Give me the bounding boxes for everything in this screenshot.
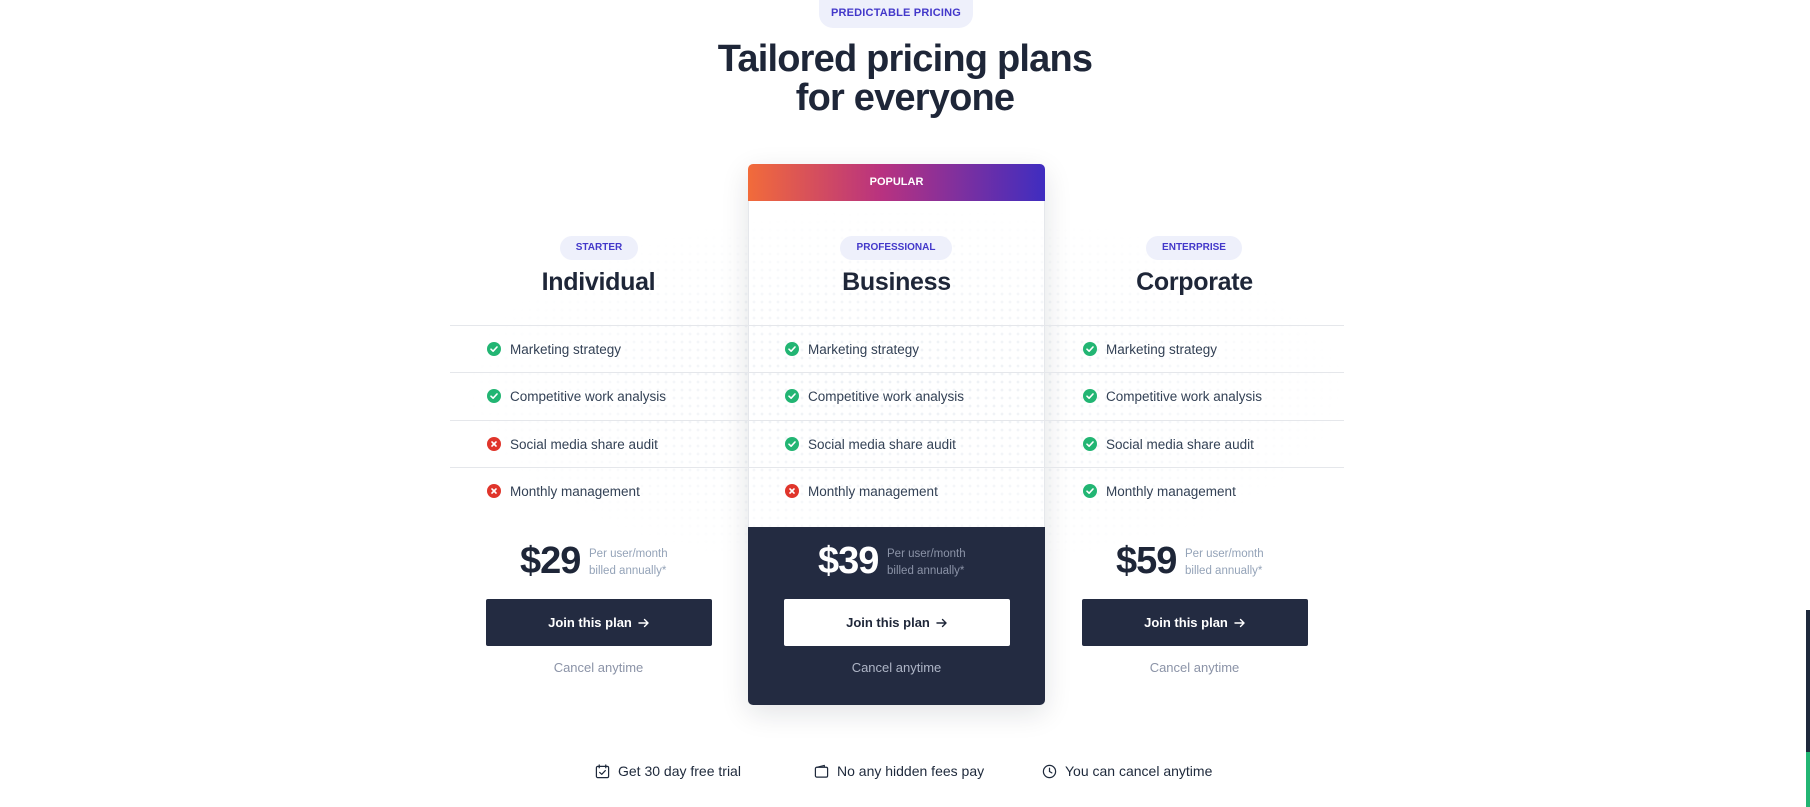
clock-icon xyxy=(1042,764,1057,778)
perk-label: No any hidden fees pay xyxy=(837,763,985,779)
check-circle-icon xyxy=(785,342,799,356)
plan-price: $59 xyxy=(1116,540,1177,582)
plan-tier-badge: ENTERPRISE xyxy=(1146,236,1242,260)
join-plan-label: Join this plan xyxy=(548,615,632,630)
price-note: Per user/month billed annually* xyxy=(589,546,668,580)
x-circle-icon xyxy=(487,484,501,498)
plan-column-corporate: ENTERPRISE Corporate Marketing strategy … xyxy=(1046,0,1343,807)
feature-label: Competitive work analysis xyxy=(808,388,965,404)
feature-label: Social media share audit xyxy=(808,436,956,452)
join-plan-label: Join this plan xyxy=(1144,615,1228,630)
plan-price: $39 xyxy=(818,540,879,582)
price-note-line-2: billed annually* xyxy=(589,565,667,577)
price-note-line-2: billed annually* xyxy=(1185,565,1263,577)
feature-label: Marketing strategy xyxy=(510,341,622,357)
page-scrollbar-thumb[interactable] xyxy=(1806,752,1810,807)
plan-name: Corporate xyxy=(1136,268,1253,296)
join-plan-label: Join this plan xyxy=(846,615,930,630)
feature-label: Monthly management xyxy=(1106,483,1236,499)
arrow-right-icon xyxy=(936,618,947,627)
feature-item: Marketing strategy xyxy=(487,339,621,359)
join-plan-button[interactable]: Join this plan xyxy=(784,599,1010,646)
x-circle-icon xyxy=(487,437,501,451)
feature-item: Marketing strategy xyxy=(1083,339,1217,359)
feature-item: Social media share audit xyxy=(487,434,658,454)
cancel-anytime-note: Cancel anytime xyxy=(851,660,942,675)
plan-tier-badge: PROFESSIONAL xyxy=(840,236,952,260)
feature-label: Monthly management xyxy=(510,483,640,499)
feature-item: Monthly management xyxy=(487,481,640,501)
plan-name: Business xyxy=(842,268,951,296)
plan-column-business: PROFESSIONAL Business Marketing strategy… xyxy=(748,0,1045,807)
price-note-line-1: Per user/month xyxy=(1185,548,1264,560)
perk-cancel-anytime: You can cancel anytime xyxy=(1042,763,1212,779)
price-note: Per user/month billed annually* xyxy=(887,546,966,580)
check-circle-icon xyxy=(487,342,501,356)
feature-label: Competitive work analysis xyxy=(510,388,667,404)
wallet-icon xyxy=(814,764,829,778)
price-note-line-1: Per user/month xyxy=(887,548,966,560)
check-circle-icon xyxy=(785,437,799,451)
feature-label: Competitive work analysis xyxy=(1106,388,1263,404)
perk-no-hidden-fees: No any hidden fees pay xyxy=(814,763,984,779)
check-circle-icon xyxy=(1083,342,1097,356)
arrow-right-icon xyxy=(638,618,649,627)
check-circle-icon xyxy=(1083,484,1097,498)
feature-label: Marketing strategy xyxy=(1106,341,1218,357)
check-circle-icon xyxy=(1083,389,1097,403)
check-circle-icon xyxy=(1083,437,1097,451)
feature-item: Monthly management xyxy=(1083,481,1236,501)
price-note-line-2: billed annually* xyxy=(887,565,965,577)
join-plan-button[interactable]: Join this plan xyxy=(1082,599,1308,646)
check-circle-icon xyxy=(487,389,501,403)
arrow-right-icon xyxy=(1234,618,1245,627)
feature-item: Social media share audit xyxy=(1083,434,1254,454)
perk-label: Get 30 day free trial xyxy=(618,763,741,779)
feature-label: Social media share audit xyxy=(510,436,658,452)
feature-label: Social media share audit xyxy=(1106,436,1254,452)
feature-item: Monthly management xyxy=(785,481,938,501)
join-plan-button[interactable]: Join this plan xyxy=(486,599,712,646)
check-circle-icon xyxy=(785,389,799,403)
plan-name: Individual xyxy=(541,268,656,296)
x-circle-icon xyxy=(785,484,799,498)
plan-tier-badge: STARTER xyxy=(560,236,638,260)
cancel-anytime-note: Cancel anytime xyxy=(1149,660,1240,675)
plan-column-individual: STARTER Individual Marketing strategy Co… xyxy=(450,0,747,807)
feature-label: Monthly management xyxy=(808,483,938,499)
calendar-check-icon xyxy=(595,763,610,778)
feature-item: Competitive work analysis xyxy=(1083,386,1262,406)
perk-free-trial: Get 30 day free trial xyxy=(595,763,741,779)
feature-item: Marketing strategy xyxy=(785,339,919,359)
price-note-line-1: Per user/month xyxy=(589,548,668,560)
cancel-anytime-note: Cancel anytime xyxy=(553,660,644,675)
feature-item: Social media share audit xyxy=(785,434,956,454)
feature-item: Competitive work analysis xyxy=(487,386,666,406)
feature-item: Competitive work analysis xyxy=(785,386,964,406)
price-note: Per user/month billed annually* xyxy=(1185,546,1264,580)
plan-price: $29 xyxy=(520,540,581,582)
feature-label: Marketing strategy xyxy=(808,341,920,357)
perk-label: You can cancel anytime xyxy=(1065,763,1213,779)
